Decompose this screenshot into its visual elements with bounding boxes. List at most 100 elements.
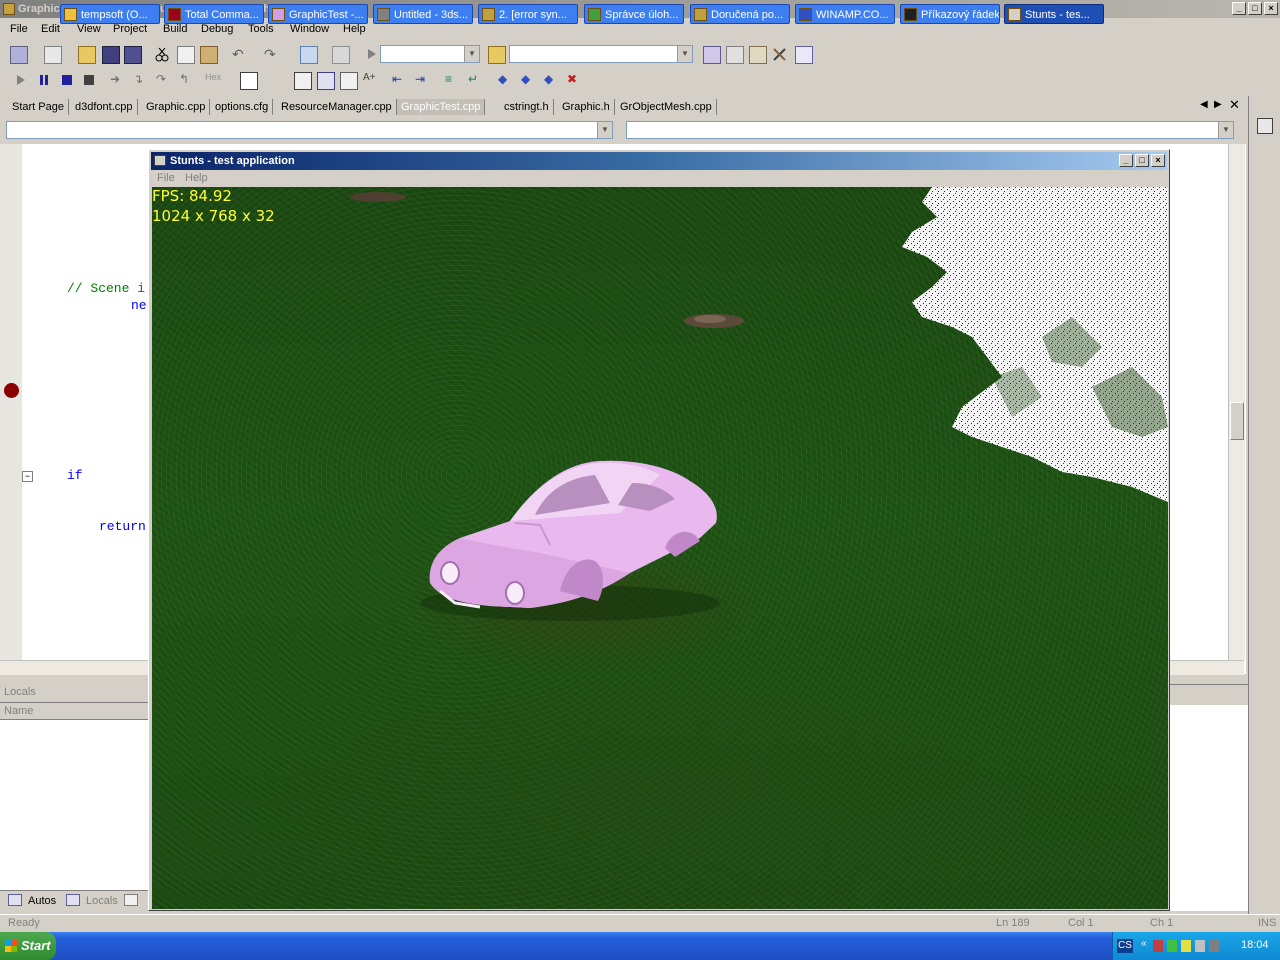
game-menu-help[interactable]: Help [185,172,208,184]
task-inbox[interactable]: Doručená po... [690,4,790,24]
font-size-icon[interactable]: A+ [363,72,379,88]
tray-network-icon[interactable] [1167,940,1177,952]
menu-build[interactable]: Build [163,23,187,35]
tray-security-icon[interactable] [1195,940,1205,952]
tray-volume-icon[interactable] [1181,940,1191,952]
tray-misc-icon[interactable] [1209,940,1219,952]
add-item-icon[interactable] [44,46,62,64]
game-title-bar[interactable]: Stunts - test application _ □ × [151,152,1167,170]
tab-graphic-cpp[interactable]: Graphic.cpp [142,99,211,115]
game-minimize-button[interactable]: _ [1119,154,1133,167]
wrap-icon[interactable]: ↵ [468,72,484,88]
save-all-icon[interactable] [124,46,142,64]
navigate-backward-icon[interactable] [300,46,318,64]
locals-column-name[interactable]: Name [4,705,33,717]
hex-display-icon[interactable]: Hex [205,72,227,88]
editor-vertical-scrollbar[interactable] [1228,144,1245,660]
menu-edit[interactable]: Edit [41,23,60,35]
cut-icon[interactable] [154,46,170,62]
bookmark-next-icon[interactable]: ◆ [521,72,537,88]
start-button[interactable]: Start [0,932,56,960]
copy-icon[interactable] [177,46,195,64]
stop-debugging-icon[interactable] [62,75,78,91]
tab-start-page[interactable]: Start Page [8,99,69,115]
menu-view[interactable]: View [77,23,101,35]
game-close-button[interactable]: × [1151,154,1165,167]
tab-cstringt-h[interactable]: cstringt.h [500,99,554,115]
breakpoint-icon[interactable] [4,383,19,398]
open-icon[interactable] [78,46,96,64]
task-tempsoft[interactable]: tempsoft (O... [60,4,160,24]
solution-explorer-tab-icon[interactable] [1257,118,1273,134]
scrollbar-thumb[interactable] [1230,402,1244,440]
tray-app-icon[interactable] [1153,940,1163,952]
output-panel[interactable] [1170,684,1248,911]
member-combo[interactable]: ▼ [626,121,1234,139]
task-task-manager[interactable]: Správce úloh... [584,4,684,24]
increase-indent-icon[interactable]: ⇥ [415,72,431,88]
step-into-icon[interactable]: ↴ [133,72,149,88]
solution-config-combo[interactable]: ▼ [380,45,480,63]
save-icon[interactable] [102,46,120,64]
menu-window[interactable]: Window [290,23,329,35]
tab-graphic-h[interactable]: Graphic.h [558,99,615,115]
bookmark-toggle-icon[interactable]: ◆ [498,72,514,88]
properties-icon[interactable] [726,46,744,64]
menu-project[interactable]: Project [113,23,147,35]
clock[interactable]: 18:04 [1241,939,1269,951]
class-combo[interactable]: ▼ [6,121,613,139]
tab-scroll-right-icon[interactable]: ▶ [1214,99,1222,110]
step-over-icon[interactable]: ↷ [156,72,172,88]
tray-expand-icon[interactable]: « [1141,938,1147,949]
show-next-statement-icon[interactable]: ➜ [110,72,126,88]
paste-icon[interactable] [200,46,218,64]
navigate-forward-icon[interactable] [332,46,350,64]
collapse-icon[interactable]: − [22,471,33,482]
task-stunts[interactable]: Stunts - tes... [1004,4,1104,24]
watch-tab-icon[interactable] [124,894,138,906]
task-error-syn[interactable]: 2. [error syn... [478,4,578,24]
class-view-icon[interactable] [795,46,813,64]
game-menu-file[interactable]: File [157,172,175,184]
task-total-commander[interactable]: Total Comma... [164,4,264,24]
minimize-button[interactable]: _ [1232,2,1246,15]
tab-autos[interactable]: Autos [28,895,56,907]
align-icon[interactable]: ≡ [445,72,461,88]
undo-icon[interactable]: ↶ [232,46,248,62]
find-combo[interactable]: ▼ [509,45,693,63]
task-command-prompt[interactable]: Příkazový řádek [900,4,1000,24]
tab-locals[interactable]: Locals [86,895,118,907]
editor-gutter[interactable] [0,144,22,660]
bookmark-prev-icon[interactable]: ◆ [544,72,560,88]
decrease-indent-icon[interactable]: ⇤ [392,72,408,88]
tab-graphictest-cpp[interactable]: GraphicTest.cpp [397,99,486,115]
tools-icon[interactable] [772,46,788,62]
continue-icon[interactable] [16,75,32,91]
tab-grobjectmesh-cpp[interactable]: GrObjectMesh.cpp [616,99,717,115]
language-indicator[interactable]: CS [1117,939,1133,953]
tab-options-cfg[interactable]: options.cfg [211,99,274,115]
bookmark-clear-icon[interactable]: ✖ [567,72,583,88]
bookmark-icon[interactable] [340,72,358,90]
restart-icon[interactable] [84,75,94,85]
close-button[interactable]: × [1264,2,1278,15]
step-out-icon[interactable]: ↰ [179,72,195,88]
comment-icon[interactable] [294,72,312,90]
new-project-icon[interactable] [10,46,28,64]
tab-resourcemanager-cpp[interactable]: ResourceManager.cpp [277,99,397,115]
menu-help[interactable]: Help [343,23,366,35]
uncomment-icon[interactable] [317,72,335,90]
toolbox-icon[interactable] [749,46,767,64]
menu-tools[interactable]: Tools [248,23,274,35]
game-viewport[interactable]: FPS: 84.92 1024 x 768 x 32 [152,187,1168,909]
task-graphictest[interactable]: GraphicTest -... [268,4,368,24]
find-in-files-icon[interactable] [488,46,506,64]
menu-file[interactable]: File [10,23,28,35]
break-all-icon[interactable] [39,75,55,91]
menu-debug[interactable]: Debug [201,23,233,35]
task-winamp[interactable]: WINAMP.CO... [795,4,895,24]
game-maximize-button[interactable]: □ [1135,154,1149,167]
redo-icon[interactable]: ↷ [264,46,280,62]
game-window[interactable]: Stunts - test application _ □ × File Hel… [148,149,1170,911]
tab-scroll-left-icon[interactable]: ◀ [1200,99,1208,110]
